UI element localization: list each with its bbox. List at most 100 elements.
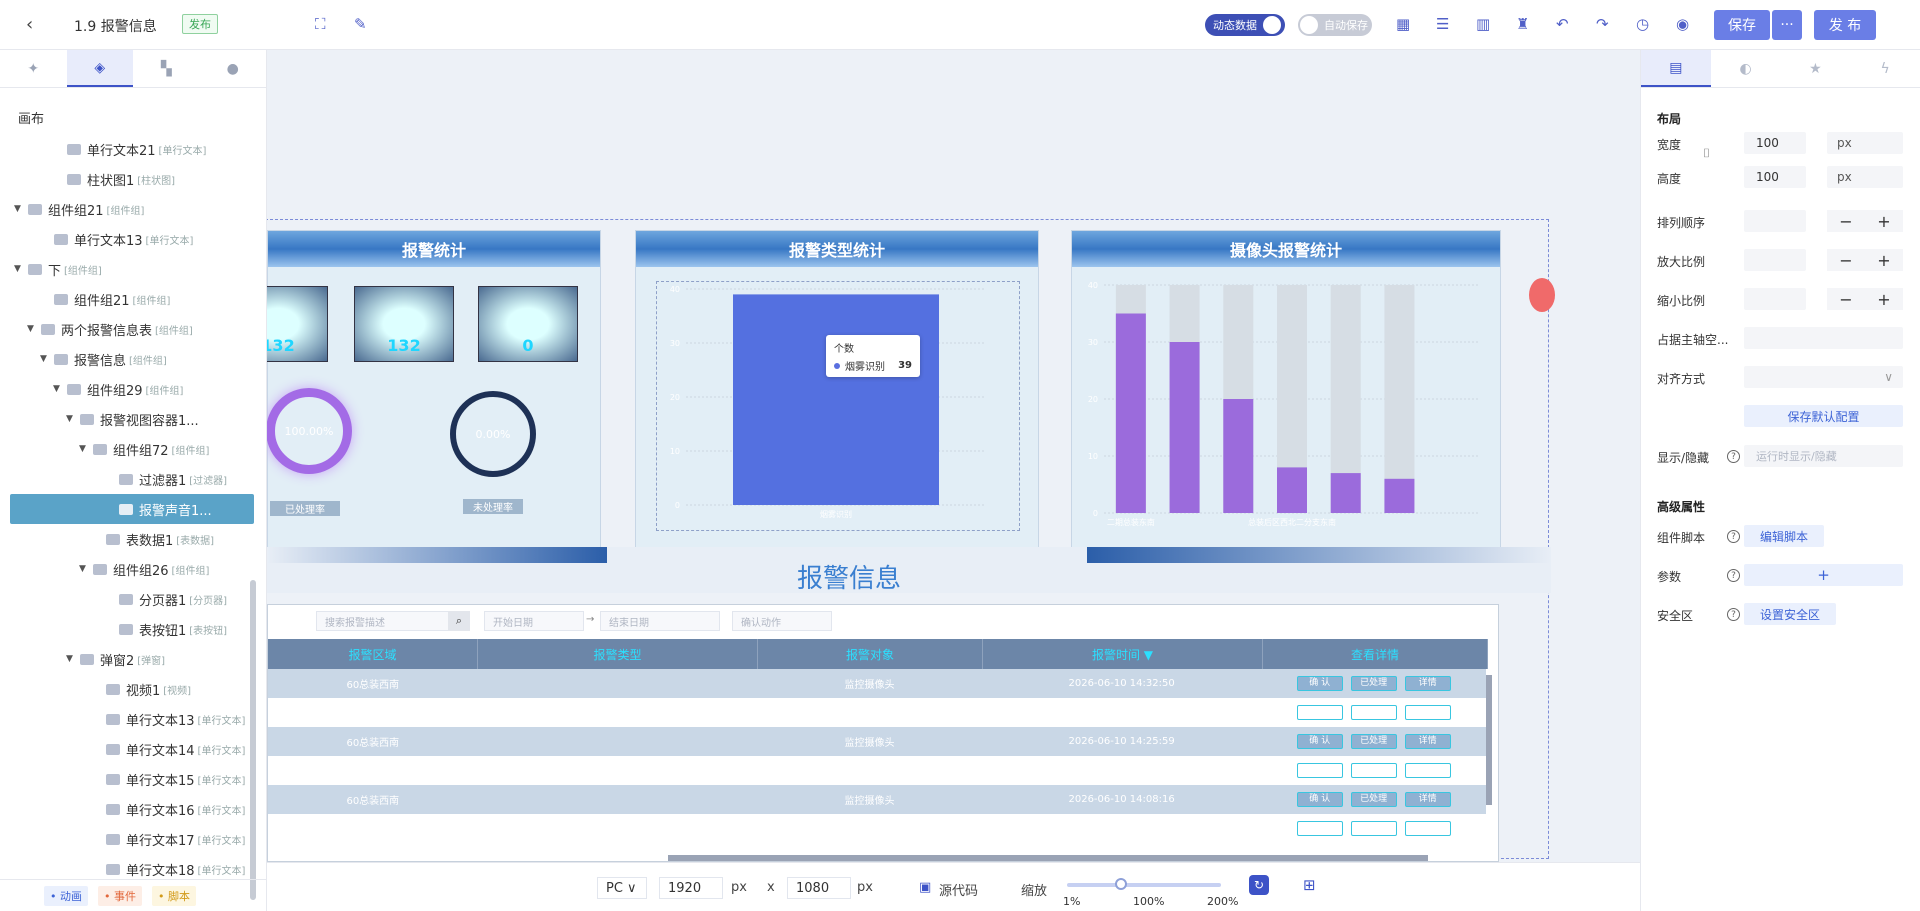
alarm-type-panel[interactable]: 报警类型统计 0 10 20 30 40 烟雾识别 个数 烟雾识别 39 (635, 230, 1039, 548)
detail-button[interactable] (1404, 821, 1451, 836)
expand-arrow-icon[interactable]: ▼ (79, 564, 87, 574)
confirm-button[interactable]: 确 认 (1296, 792, 1343, 807)
tab-properties[interactable]: ▤ (1641, 50, 1711, 87)
help-icon[interactable]: ? (1727, 530, 1740, 543)
search-icon[interactable]: ⌕ (448, 611, 470, 631)
confirm-button[interactable] (1296, 763, 1343, 778)
height-unit-select[interactable]: px (1827, 166, 1903, 188)
lock-icon[interactable]: ⌷ (1703, 146, 1710, 161)
script-chip[interactable]: • 脚本 (152, 885, 196, 906)
tree-node[interactable]: ▼ 下 [组件组] (0, 254, 254, 284)
canvas-width-input[interactable]: 1920 (659, 877, 723, 899)
minus-icon[interactable]: − (1839, 251, 1852, 270)
detail-button[interactable] (1404, 763, 1451, 778)
edit-script-button[interactable]: 编辑脚本 (1744, 525, 1824, 547)
canvas-root[interactable]: 画布 (18, 108, 44, 127)
tab-groups[interactable]: ▚ (133, 50, 200, 87)
canvas-height-input[interactable]: 1080 (787, 877, 851, 899)
tree-node[interactable]: ▼ 组件组21 [组件组] (0, 194, 254, 224)
event-chip[interactable]: • 事件 (98, 885, 142, 906)
confirm-button[interactable] (1296, 705, 1343, 720)
table-hscrollbar[interactable] (668, 855, 1428, 861)
expand-arrow-icon[interactable]: ▼ (14, 264, 22, 274)
expand-arrow-icon[interactable]: ▼ (79, 444, 87, 454)
tree-scrollbar[interactable] (250, 580, 256, 900)
align-select[interactable]: ∨ (1744, 366, 1903, 388)
zoomin-input[interactable] (1744, 249, 1806, 271)
shirt-icon[interactable]: ♜ (1516, 15, 1529, 33)
handled-button[interactable] (1350, 821, 1397, 836)
confirm-action-select[interactable]: 确认动作 (732, 611, 832, 631)
refresh-icon[interactable]: ↻ (1249, 875, 1269, 895)
tree-node[interactable]: 单行文本17 [单行文本] (0, 824, 254, 854)
source-code-button[interactable]: 源代码 (939, 880, 978, 899)
expand-arrow-icon[interactable]: ▼ (27, 324, 35, 334)
minus-icon[interactable]: − (1839, 212, 1852, 231)
table-row[interactable]: 60总装西南 监控摄像头 2026-06-10 14:25:59 确 认已处理 详情 (268, 727, 1486, 756)
tree-node[interactable]: ▼ 弹窗2 [弹窗] (0, 644, 254, 674)
apps-grid-icon[interactable]: ⊞ (1303, 876, 1316, 894)
zoomout-stepper[interactable]: − + (1827, 288, 1903, 310)
expand-arrow-icon[interactable]: ▼ (66, 414, 74, 424)
table-row[interactable]: 60总装西南 监控摄像头 2026-06-10 14:32:50 确 认已处理 详情 (268, 669, 1486, 698)
handled-button[interactable]: 已处理 (1350, 734, 1397, 749)
minus-icon[interactable]: − (1839, 290, 1852, 309)
visible-input[interactable]: 运行时显示/隐藏 (1744, 445, 1903, 467)
bars-icon[interactable]: ▥ (1476, 15, 1490, 33)
table-row[interactable] (268, 698, 1486, 727)
device-select[interactable]: PC ∨ (597, 877, 647, 899)
tab-user[interactable]: ● (200, 50, 267, 87)
start-date-input[interactable]: 开始日期 (484, 611, 584, 631)
tree-node[interactable]: 表按钮1 [表按钮] (0, 614, 254, 644)
width-unit-select[interactable]: px (1827, 132, 1903, 154)
add-param-button[interactable]: + (1744, 564, 1903, 586)
save-more-button[interactable]: ··· (1772, 10, 1802, 40)
tree-node[interactable]: ▼ 组件组29 [组件组] (0, 374, 254, 404)
fit-screen-icon[interactable]: ⛶ (315, 15, 326, 33)
tree-node[interactable]: 单行文本16 [单行文本] (0, 794, 254, 824)
zoomin-stepper[interactable]: − + (1827, 249, 1903, 271)
brush-icon[interactable]: ✎ (354, 15, 367, 33)
tab-action[interactable]: ϟ (1850, 50, 1920, 87)
tab-layers[interactable]: ◈ (66, 50, 133, 87)
alarm-stats-panel[interactable]: 报警统计 132 132 0 100.00% 已处理率 0.00% 未处理率 (267, 230, 601, 548)
camera-alarm-panel[interactable]: 摄像头报警统计 0 10 20 30 40 二期总装东南 总装后区西北二分支东南 (1071, 230, 1501, 548)
design-canvas[interactable]: 报警统计 132 132 0 100.00% 已处理率 0.00% 未处理率 报… (267, 50, 1640, 862)
plus-icon[interactable]: + (1877, 290, 1890, 309)
detail-button[interactable] (1404, 705, 1451, 720)
database-icon[interactable]: ☰ (1436, 15, 1449, 33)
redo-icon[interactable]: ↷ (1596, 15, 1609, 33)
tree-node[interactable]: 柱状图1 [柱状图] (0, 164, 254, 194)
expand-arrow-icon[interactable]: ▼ (66, 654, 74, 664)
tree-node[interactable]: 单行文本13 [单行文本] (0, 704, 254, 734)
publish-button[interactable]: 发 布 (1814, 10, 1876, 40)
help-icon[interactable]: ? (1727, 450, 1740, 463)
tree-node[interactable]: ▼ 报警视图容器1... (0, 404, 254, 434)
tab-style[interactable]: ◐ (1711, 50, 1781, 87)
tab-components[interactable]: ✦ (0, 50, 67, 87)
handled-button[interactable]: 已处理 (1350, 792, 1397, 807)
tree-node[interactable]: ▼ 组件组26 [组件组] (0, 554, 254, 584)
handled-button[interactable]: 已处理 (1350, 676, 1397, 691)
width-input[interactable]: 100 (1744, 132, 1806, 154)
column-header[interactable]: 报警区域 (268, 639, 478, 669)
tree-node[interactable]: 单行文本14 [单行文本] (0, 734, 254, 764)
order-input[interactable] (1744, 210, 1806, 232)
detail-button[interactable]: 详情 (1404, 676, 1451, 691)
confirm-button[interactable]: 确 认 (1296, 734, 1343, 749)
zoom-slider[interactable] (1067, 878, 1221, 890)
preview-eye-icon[interactable]: ◉ (1676, 15, 1689, 33)
chart-icon[interactable]: ▦ (1396, 15, 1410, 33)
zoom-slider-handle[interactable] (1115, 878, 1127, 890)
tree-node[interactable]: 单行文本21 [单行文本] (0, 134, 254, 164)
handled-button[interactable] (1350, 763, 1397, 778)
tree-node[interactable]: 视频1 [视频] (0, 674, 254, 704)
plus-icon[interactable]: + (1877, 212, 1890, 231)
column-header[interactable]: 报警类型 (478, 639, 758, 669)
expand-arrow-icon[interactable]: ▼ (40, 354, 48, 364)
tree-node[interactable]: ▼ 两个报警信息表 [组件组] (0, 314, 254, 344)
tree-node[interactable]: 报警声音1... (10, 494, 254, 524)
table-row[interactable] (268, 756, 1486, 785)
animation-chip[interactable]: • 动画 (44, 885, 88, 906)
order-stepper[interactable]: − + (1827, 210, 1903, 232)
